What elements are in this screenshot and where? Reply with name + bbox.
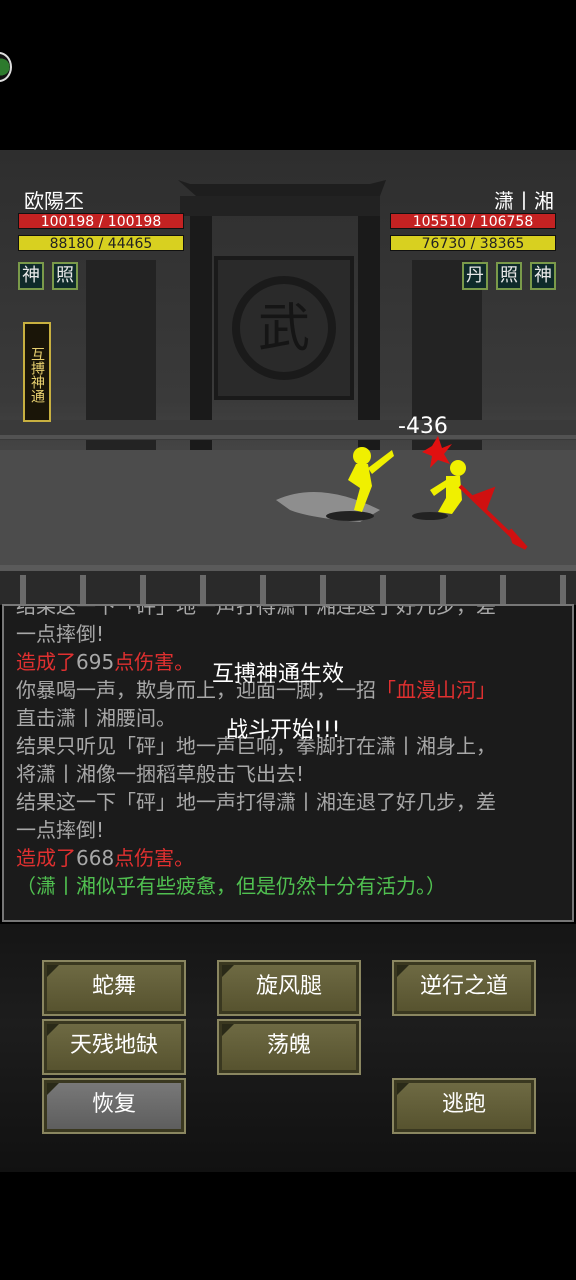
game-menu-icon[interactable] xyxy=(0,52,12,82)
player-skill-badge-1[interactable]: 神 xyxy=(18,262,44,290)
top-letterbox xyxy=(0,0,576,150)
log-line: 造成了668点伤害。 xyxy=(16,844,562,872)
log-segment: （潇丨湘似乎有些疲惫，但是仍然十分有活力。） xyxy=(16,874,446,898)
log-segment: 一点摔倒! xyxy=(16,622,105,646)
log-segment: 695 xyxy=(76,650,115,674)
log-segment: 点伤害。 xyxy=(114,650,195,674)
battle-start-text: 战斗开始!!! xyxy=(226,718,341,743)
log-segment: 造成了 xyxy=(16,846,76,870)
skill-button-snake-dance[interactable]: 蛇舞 xyxy=(42,960,186,1016)
enemy-skill-badge-2[interactable]: 照 xyxy=(496,262,522,290)
flee-button[interactable]: 逃跑 xyxy=(392,1078,536,1134)
battle-log[interactable]: 结果这一下「砰」地一声打得潇丨湘连退了好几步，差 一点摔倒! 造成了695点伤害。你… xyxy=(2,604,574,922)
player-skill-badge-2[interactable]: 照 xyxy=(52,262,78,290)
player-hp-bar: 100198 / 100198 xyxy=(18,213,184,230)
enemy-hp-bar: 105510 / 106758 xyxy=(390,213,556,230)
battle-log-lines: 结果这一下「砰」地一声打得潇丨湘连退了好几步，差 一点摔倒! 造成了695点伤害。你… xyxy=(16,604,562,900)
enemy-mp-bar: 76730 / 38365 xyxy=(390,235,556,252)
skill-button-soul-shake[interactable]: 荡魄 xyxy=(217,1019,361,1075)
skill-button-reverse-path[interactable]: 逆行之道 xyxy=(392,960,536,1016)
damage-float-number: -436 xyxy=(398,414,448,439)
log-line: 一点摔倒! xyxy=(16,816,562,844)
log-line: 结果这一下「砰」地一声打得潇丨湘连退了好几步，差 xyxy=(16,788,562,816)
log-segment: 结果这一下「砰」地一声打得潇丨湘连退了好几步，差 xyxy=(16,790,496,814)
log-line: 将潇丨湘像一捆稻草般击飞出去! xyxy=(16,760,562,788)
recover-button[interactable]: 恢复 xyxy=(42,1078,186,1134)
log-segment: 造成了 xyxy=(16,650,76,674)
log-line: （潇丨湘似乎有些疲惫，但是仍然十分有活力。） xyxy=(16,872,562,900)
player-name: 欧陽丕 xyxy=(24,189,84,213)
status-effect-scroll[interactable]: 互搏神通 xyxy=(23,322,51,422)
bottom-letterbox xyxy=(0,1172,576,1280)
enemy-skill-badge-1[interactable]: 丹 xyxy=(462,262,488,290)
log-segment: 「血漫山河」 xyxy=(376,678,496,702)
action-panel: 蛇舞 旋风腿 逆行之道 天残地缺 荡魄 恢复 逃跑 xyxy=(0,924,576,1172)
log-segment: 668 xyxy=(76,846,115,870)
log-line: 一点摔倒! xyxy=(16,620,562,648)
log-segment: 直击潇丨湘腰间。 xyxy=(16,706,176,730)
log-segment: 点伤害。 xyxy=(114,846,195,870)
effect-activated-text: 互搏神通生效 xyxy=(212,662,345,687)
skill-button-whirlwind-kick[interactable]: 旋风腿 xyxy=(217,960,361,1016)
skill-button-heaven-earth[interactable]: 天残地缺 xyxy=(42,1019,186,1075)
log-segment: 将潇丨湘像一捆稻草般击飞出去! xyxy=(16,762,305,786)
log-segment: 一点摔倒! xyxy=(16,818,105,842)
player-mp-bar: 88180 / 44465 xyxy=(18,235,184,252)
log-segment: 结果这一下「砰」地一声打得潇丨湘连退了好几步，差 xyxy=(16,604,496,618)
enemy-skill-badge-3[interactable]: 神 xyxy=(530,262,556,290)
enemy-name: 潇丨湘 xyxy=(494,189,554,213)
gate-sign-text: 武 xyxy=(258,299,310,359)
log-line: 结果这一下「砰」地一声打得潇丨湘连退了好几步，差 xyxy=(16,604,562,620)
